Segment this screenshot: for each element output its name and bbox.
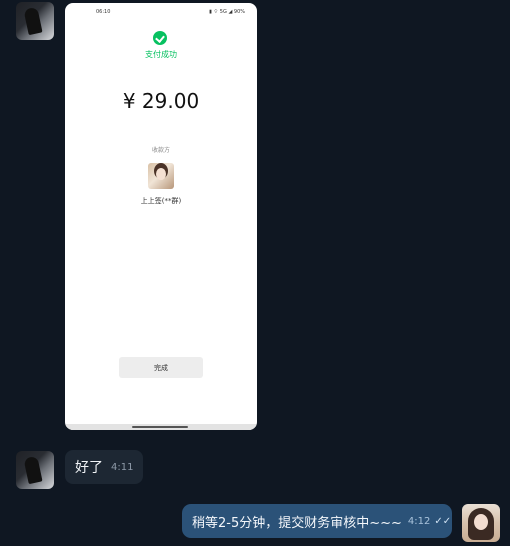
message-text: 好了 bbox=[75, 460, 103, 476]
message-text: 稍等2-5分钟，提交财务审核中~~~ bbox=[192, 515, 402, 531]
message-time: 4:12 bbox=[407, 515, 431, 527]
done-button: 完成 bbox=[119, 357, 203, 378]
payee-avatar bbox=[148, 163, 174, 189]
phone-status-time: 06:10 bbox=[96, 9, 111, 15]
phone-status-icons: ▮ ⌔ 5G ◢ 90% bbox=[209, 9, 245, 15]
message-time: 4:11 bbox=[111, 461, 134, 473]
avatar-figure bbox=[23, 455, 43, 485]
avatar-figure bbox=[23, 6, 43, 36]
payment-screenshot-image[interactable]: 06:10 ▮ ⌔ 5G ◢ 90% 支付成功 ¥ 29.00 收款方 上上签(… bbox=[65, 3, 257, 430]
payment-success-icon bbox=[153, 31, 167, 45]
sender-avatar[interactable] bbox=[16, 2, 54, 40]
payment-amount: ¥ 29.00 bbox=[122, 89, 200, 113]
payee-label: 收款方 bbox=[151, 147, 170, 154]
phone-status-bar: 06:10 ▮ ⌔ 5G ◢ 90% bbox=[65, 3, 257, 21]
payment-success-text: 支付成功 bbox=[145, 50, 177, 59]
sender-avatar[interactable] bbox=[16, 451, 54, 489]
outgoing-message-bubble[interactable]: 稍等2-5分钟，提交财务审核中~~~ 4:12 ✓✓ bbox=[182, 504, 452, 538]
home-indicator bbox=[65, 424, 257, 430]
payee-name: 上上签(**群) bbox=[140, 197, 182, 205]
read-checkmark-icon: ✓✓ bbox=[434, 515, 452, 527]
incoming-message-bubble[interactable]: 好了 4:11 bbox=[65, 450, 144, 484]
my-avatar[interactable] bbox=[462, 504, 500, 542]
